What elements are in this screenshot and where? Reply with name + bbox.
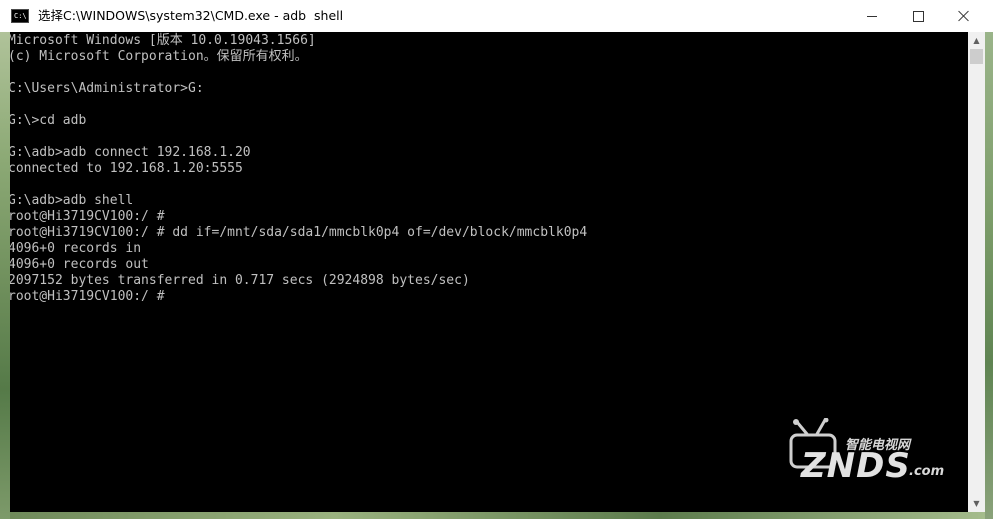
console-line: 4096+0 records out <box>10 257 149 272</box>
title-bar[interactable]: C:\ 选择C:\WINDOWS\system32\CMD.exe - adb … <box>0 0 993 32</box>
watermark-brand: ZNDS <box>801 446 911 486</box>
console-line: G:\adb>adb shell <box>10 193 134 208</box>
scroll-up-arrow-icon[interactable]: ▲ <box>968 32 985 49</box>
console-lines: Microsoft Windows [版本 10.0.19043.1566] (… <box>10 33 587 305</box>
vertical-scrollbar[interactable]: ▲ ▼ <box>968 32 985 512</box>
close-button[interactable] <box>941 0 987 32</box>
minimize-icon <box>867 15 877 17</box>
scroll-down-arrow-icon[interactable]: ▼ <box>968 495 985 512</box>
maximize-icon <box>912 10 924 22</box>
cmd-icon[interactable]: C:\ <box>11 9 29 23</box>
console-line: G:\>cd adb <box>10 113 87 128</box>
znds-watermark: 智能电视网 ZNDS .com <box>783 418 948 488</box>
console-line: 4096+0 records in <box>10 241 142 256</box>
cmd-window: C:\ 选择C:\WINDOWS\system32\CMD.exe - adb … <box>0 0 993 519</box>
console-line: root@Hi3719CV100:/ # <box>10 209 165 224</box>
console-line: root@Hi3719CV100:/ # <box>10 289 165 304</box>
console-line: connected to 192.168.1.20:5555 <box>10 161 243 176</box>
watermark-domain: .com <box>909 464 945 479</box>
console-line: G:\adb>adb connect 192.168.1.20 <box>10 145 251 160</box>
console-line: Microsoft Windows [版本 10.0.19043.1566] <box>10 33 316 48</box>
desktop-background-bottom <box>10 512 985 519</box>
minimize-button[interactable] <box>849 0 895 32</box>
console-line: 2097152 bytes transferred in 0.717 secs … <box>10 273 470 288</box>
console-line: (c) Microsoft Corporation。保留所有权利。 <box>10 49 308 64</box>
maximize-button[interactable] <box>895 0 941 32</box>
window-title: 选择C:\WINDOWS\system32\CMD.exe - adb shel… <box>38 8 344 23</box>
console-line: C:\Users\Administrator>G: <box>10 81 204 96</box>
desktop-background-left <box>0 0 10 519</box>
console-line: root@Hi3719CV100:/ # dd if=/mnt/sda/sda1… <box>10 225 588 240</box>
close-icon <box>958 10 970 22</box>
scroll-thumb[interactable] <box>970 49 983 64</box>
